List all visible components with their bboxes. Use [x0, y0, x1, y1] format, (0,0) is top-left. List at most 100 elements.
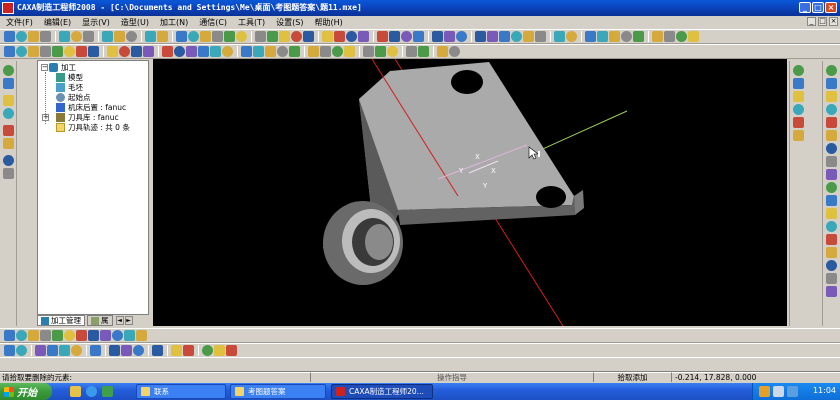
doc-close-button[interactable]: ×: [829, 17, 838, 26]
curve-edit-tool-icon[interactable]: [171, 345, 182, 356]
drawing-tool-icon[interactable]: [826, 130, 837, 141]
left-vertical-tool-icon[interactable]: [3, 78, 14, 89]
machining-tool-icon[interactable]: [52, 330, 63, 341]
title-bar[interactable]: CAXA制造工程师2008 - [C:\Documents and Settin…: [0, 0, 840, 16]
standard-tool-icon[interactable]: [346, 31, 357, 42]
feature-tool-icon[interactable]: [308, 46, 319, 57]
standard-tool-icon[interactable]: [291, 31, 302, 42]
curve-edit-tool-icon[interactable]: [133, 345, 144, 356]
curve-edit-tool-icon[interactable]: [183, 345, 194, 356]
machining-tool-icon[interactable]: [64, 330, 75, 341]
standard-tool-icon[interactable]: [176, 31, 187, 42]
standard-tool-icon[interactable]: [114, 31, 125, 42]
feature-tool-icon[interactable]: [162, 46, 173, 57]
feature-tool-icon[interactable]: [320, 46, 331, 57]
feature-tool-icon[interactable]: [375, 46, 386, 57]
standard-tool-icon[interactable]: [597, 31, 608, 42]
feature-tool-icon[interactable]: [16, 46, 27, 57]
drawing-tool-icon[interactable]: [826, 169, 837, 180]
tree-expand-toggle[interactable]: +: [42, 114, 49, 121]
standard-tool-icon[interactable]: [475, 31, 486, 42]
standard-tool-icon[interactable]: [554, 31, 565, 42]
feature-tool-icon[interactable]: [289, 46, 300, 57]
drawing-tool-icon[interactable]: [826, 156, 837, 167]
standard-tool-icon[interactable]: [279, 31, 290, 42]
drawing-tool-icon[interactable]: [826, 221, 837, 232]
standard-tool-icon[interactable]: [487, 31, 498, 42]
drawing-tool-icon[interactable]: [826, 273, 837, 284]
standard-tool-icon[interactable]: [334, 31, 345, 42]
feature-tool-icon[interactable]: [4, 46, 15, 57]
standard-tool-icon[interactable]: [664, 31, 675, 42]
drawing-tool-icon[interactable]: [826, 208, 837, 219]
menu-settings[interactable]: 设置(S): [276, 17, 303, 28]
tray-icon[interactable]: [759, 386, 770, 397]
standard-tool-icon[interactable]: [224, 31, 235, 42]
curve-edit-tool-icon[interactable]: [214, 345, 225, 356]
feature-tool-icon[interactable]: [186, 46, 197, 57]
tree-collapse-toggle[interactable]: −: [41, 64, 48, 71]
feature-tool-icon[interactable]: [277, 46, 288, 57]
right-vertical-tool-icon[interactable]: [793, 117, 804, 128]
feature-tool-icon[interactable]: [210, 46, 221, 57]
taskbar-item-caxa[interactable]: CAXA制造工程师20...: [331, 384, 433, 399]
tray-icon[interactable]: [787, 386, 798, 397]
standard-tool-icon[interactable]: [322, 31, 333, 42]
machining-tool-icon[interactable]: [112, 330, 123, 341]
standard-tool-icon[interactable]: [102, 31, 113, 42]
drawing-tool-icon[interactable]: [826, 234, 837, 245]
taskbar-item-folder[interactable]: 考图题答案: [230, 384, 326, 399]
machining-tool-icon[interactable]: [100, 330, 111, 341]
standard-tool-icon[interactable]: [59, 31, 70, 42]
feature-tool-icon[interactable]: [241, 46, 252, 57]
curve-edit-tool-icon[interactable]: [109, 345, 120, 356]
tree-item-toolpaths[interactable]: 刀具轨迹 : 共 0 条: [56, 122, 130, 133]
right-vertical-tool-icon[interactable]: [793, 130, 804, 141]
left-vertical-tool-icon[interactable]: [3, 65, 14, 76]
curve-edit-tool-icon[interactable]: [226, 345, 237, 356]
right-vertical-tool-icon[interactable]: [793, 65, 804, 76]
drawing-tool-icon[interactable]: [826, 65, 837, 76]
drawing-tool-icon[interactable]: [826, 247, 837, 258]
curve-edit-tool-icon[interactable]: [202, 345, 213, 356]
doc-restore-button[interactable]: □: [818, 17, 827, 26]
standard-tool-icon[interactable]: [499, 31, 510, 42]
menu-machining[interactable]: 加工(N): [160, 17, 188, 28]
menu-file[interactable]: 文件(F): [6, 17, 33, 28]
machining-tool-icon[interactable]: [88, 330, 99, 341]
feature-tool-icon[interactable]: [88, 46, 99, 57]
standard-tool-icon[interactable]: [413, 31, 424, 42]
standard-tool-icon[interactable]: [200, 31, 211, 42]
feature-tool-icon[interactable]: [198, 46, 209, 57]
curve-edit-tool-icon[interactable]: [4, 345, 15, 356]
standard-tool-icon[interactable]: [633, 31, 644, 42]
tab-scroll-right-button[interactable]: ►: [124, 316, 133, 325]
standard-tool-icon[interactable]: [456, 31, 467, 42]
curve-edit-tool-icon[interactable]: [90, 345, 101, 356]
curve-edit-tool-icon[interactable]: [121, 345, 132, 356]
curve-edit-tool-icon[interactable]: [35, 345, 46, 356]
drawing-tool-icon[interactable]: [826, 195, 837, 206]
right-vertical-tool-icon[interactable]: [793, 91, 804, 102]
standard-tool-icon[interactable]: [609, 31, 620, 42]
status-pick-mode[interactable]: 拾取添加: [593, 372, 671, 382]
right-vertical-tool-icon[interactable]: [793, 78, 804, 89]
feature-tool-icon[interactable]: [363, 46, 374, 57]
feature-tool-icon[interactable]: [437, 46, 448, 57]
drawing-tool-icon[interactable]: [826, 104, 837, 115]
feature-tool-icon[interactable]: [222, 46, 233, 57]
feature-tool-icon[interactable]: [406, 46, 417, 57]
graphics-viewport[interactable]: Y X X Y: [153, 59, 787, 326]
feature-tool-icon[interactable]: [76, 46, 87, 57]
feature-tool-icon[interactable]: [52, 46, 63, 57]
standard-tool-icon[interactable]: [28, 31, 39, 42]
left-vertical-tool-icon[interactable]: [3, 125, 14, 136]
standard-tool-icon[interactable]: [585, 31, 596, 42]
feature-tool-icon[interactable]: [253, 46, 264, 57]
curve-edit-tool-icon[interactable]: [152, 345, 163, 356]
feature-tool-icon[interactable]: [107, 46, 118, 57]
menu-edit[interactable]: 编辑(E): [44, 17, 71, 28]
feature-tool-icon[interactable]: [28, 46, 39, 57]
standard-tool-icon[interactable]: [535, 31, 546, 42]
taskbar-item-folder[interactable]: 联系: [136, 384, 226, 399]
